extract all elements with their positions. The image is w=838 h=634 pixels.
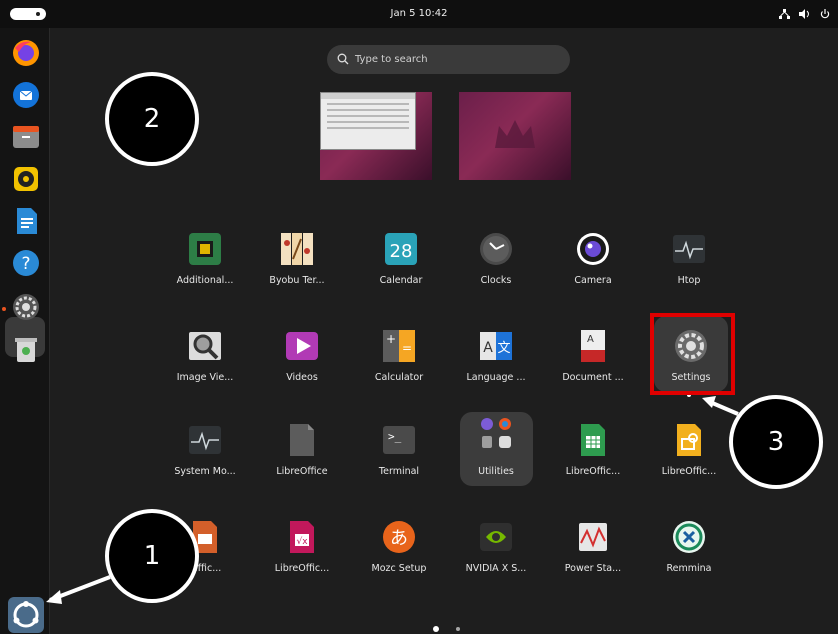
callout-3: 3 (729, 395, 823, 489)
page-indicator-next[interactable] (456, 627, 460, 631)
callout-2: 2 (105, 72, 199, 166)
callout-1: 1 (105, 509, 199, 603)
page-indicator-current[interactable] (433, 626, 439, 632)
